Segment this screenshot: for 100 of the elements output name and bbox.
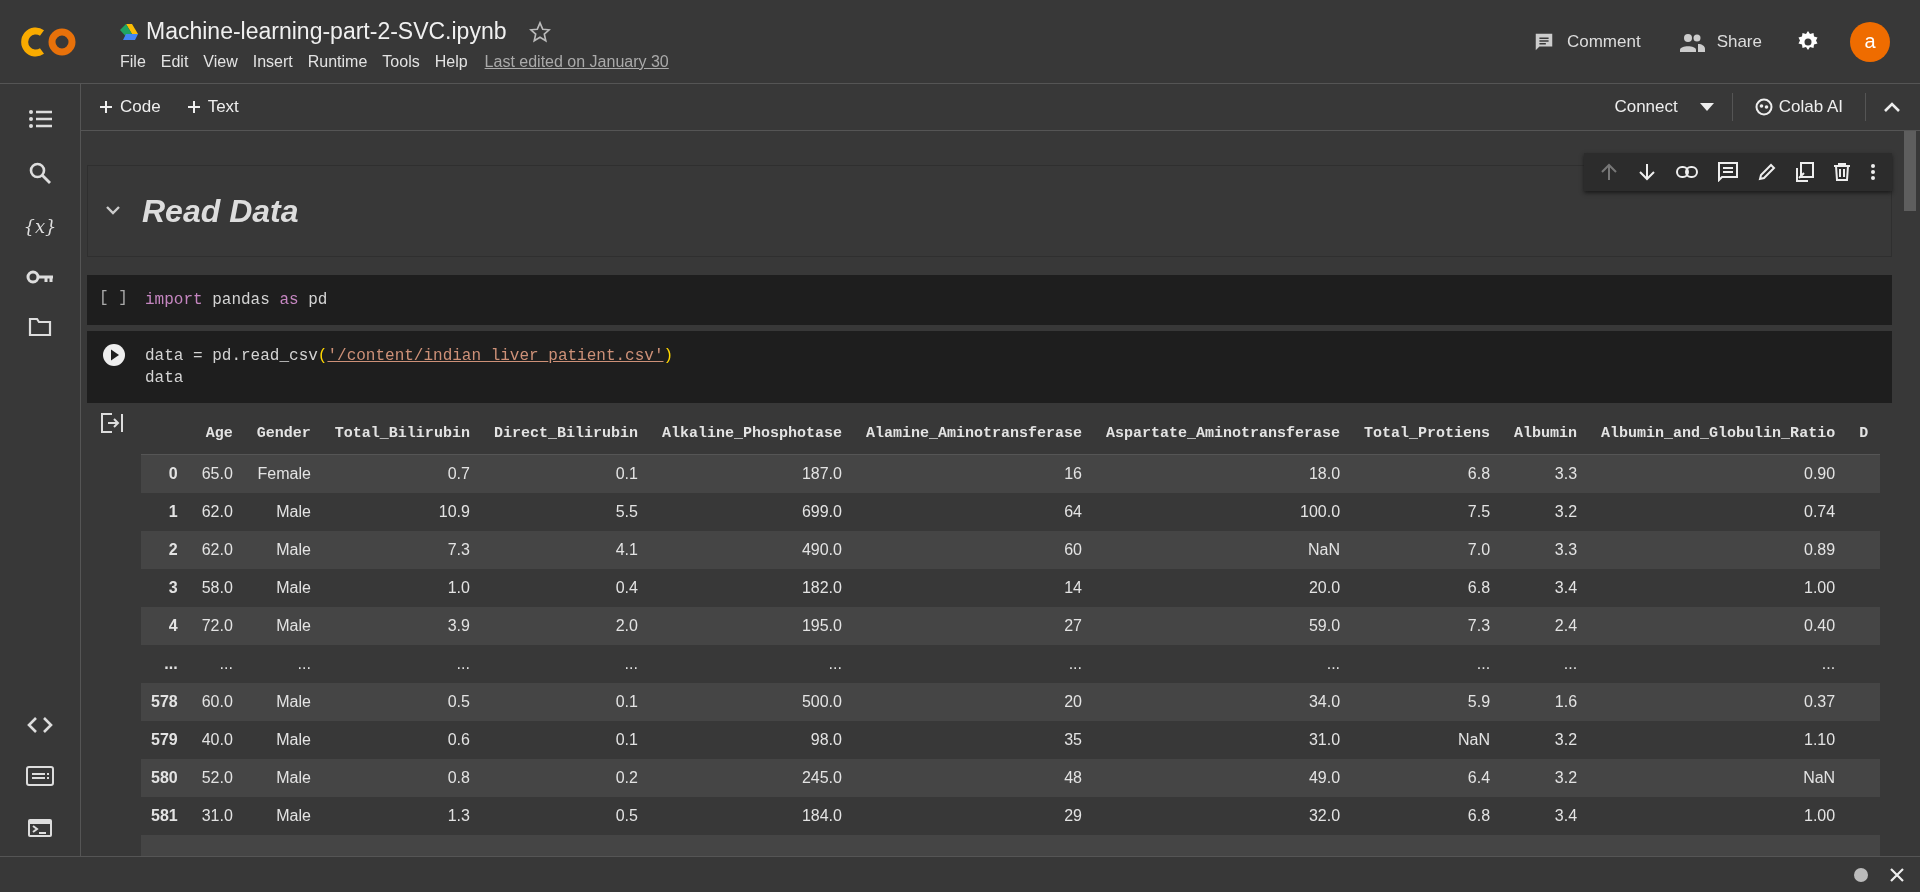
folder-icon[interactable] bbox=[28, 317, 52, 337]
link-icon[interactable] bbox=[1676, 166, 1698, 178]
menu-item[interactable]: Edit bbox=[160, 53, 189, 71]
menu-item[interactable]: Runtime bbox=[307, 53, 368, 71]
column-header: Total_Bilirubin bbox=[322, 419, 482, 455]
code-line: import pandas as pd bbox=[145, 290, 328, 311]
menu-item[interactable]: View bbox=[203, 53, 238, 71]
table-cell: 4.1 bbox=[481, 531, 650, 569]
table-cell: NaN bbox=[1352, 721, 1503, 759]
table-cell: 48 bbox=[853, 759, 1094, 797]
notebook-title[interactable]: Machine-learning-part-2-SVC.ipynb bbox=[146, 18, 507, 45]
table-cell: 6.4 bbox=[1352, 759, 1503, 797]
table-cell: 35 bbox=[853, 721, 1094, 759]
table-cell: 1.00 bbox=[1589, 797, 1848, 835]
column-header: D bbox=[1847, 419, 1881, 455]
table-of-contents-icon[interactable] bbox=[28, 108, 52, 130]
table-cell: 1.00 bbox=[1589, 569, 1848, 607]
table-cell: 490.0 bbox=[649, 531, 854, 569]
output-icon[interactable] bbox=[101, 413, 123, 433]
column-header: Gender bbox=[244, 419, 323, 455]
table-cell: 2.0 bbox=[481, 607, 650, 645]
code-icon[interactable] bbox=[27, 716, 53, 734]
table-cell: 40.0 bbox=[189, 721, 245, 759]
table-cell: Male bbox=[244, 531, 323, 569]
table-cell: 14 bbox=[853, 569, 1094, 607]
table-cell: ... bbox=[853, 645, 1094, 683]
table-cell: 62.0 bbox=[189, 493, 245, 531]
table-cell: 3.9 bbox=[322, 607, 482, 645]
table-cell: 20 bbox=[853, 683, 1094, 721]
table-cell: 6.8 bbox=[1352, 454, 1503, 493]
add-cell-button[interactable]: Code bbox=[95, 93, 165, 121]
table-cell: 0.5 bbox=[322, 683, 482, 721]
column-header: Albumin_and_Globulin_Ratio bbox=[1589, 419, 1848, 455]
menu-item[interactable]: Help bbox=[434, 53, 468, 71]
table-cell: 699.0 bbox=[649, 493, 854, 531]
menu-item[interactable]: Tools bbox=[382, 53, 420, 71]
code-cell[interactable]: data = pd.read_csv('/content/indian_liver_patient.csv') data bbox=[87, 331, 1892, 403]
share-button[interactable]: Share bbox=[1674, 24, 1766, 59]
table-cell: 0.90 bbox=[1589, 454, 1848, 493]
table-cell: 7.5 bbox=[1352, 493, 1503, 531]
colab-ai-button[interactable]: Colab AI bbox=[1750, 93, 1847, 121]
code-cell[interactable]: [ ] import pandas as pd bbox=[87, 275, 1892, 325]
plus-icon bbox=[186, 100, 201, 114]
variables-icon[interactable]: {x} bbox=[23, 216, 57, 237]
terminal-icon[interactable] bbox=[27, 818, 53, 838]
command-palette-icon[interactable] bbox=[26, 766, 54, 786]
table-cell: 0.89 bbox=[1589, 531, 1848, 569]
dropdown-caret-icon[interactable] bbox=[1699, 103, 1714, 111]
table-cell: 52.0 bbox=[189, 759, 245, 797]
add-cell-button[interactable]: Text bbox=[182, 93, 243, 121]
run-cell-icon[interactable] bbox=[102, 343, 126, 367]
section-heading: Read Data bbox=[142, 192, 299, 230]
comment-icon[interactable] bbox=[1718, 162, 1738, 182]
row-index: 581 bbox=[141, 797, 190, 835]
table-cell: 98.0 bbox=[649, 721, 854, 759]
text-cell[interactable]: Read Data bbox=[87, 165, 1892, 257]
last-edited-link[interactable]: Last edited on January 30 bbox=[484, 53, 669, 71]
table-cell: 58.0 bbox=[189, 569, 245, 607]
connect-button[interactable]: Connect bbox=[1610, 93, 1682, 121]
copy-cell-icon[interactable] bbox=[1796, 162, 1814, 182]
table-cell: 0.5 bbox=[481, 797, 650, 835]
close-icon[interactable] bbox=[1890, 867, 1904, 882]
table-cell: 3.2 bbox=[1502, 759, 1590, 797]
table-cell: 6.8 bbox=[1352, 797, 1503, 835]
column-header: Alkaline_Phosphotase bbox=[649, 419, 854, 455]
table-cell: 16 bbox=[853, 454, 1094, 493]
scrollbar[interactable] bbox=[1904, 131, 1916, 211]
trash-icon[interactable] bbox=[1834, 163, 1850, 181]
collapse-caret-icon[interactable] bbox=[1884, 102, 1900, 112]
table-cell: ... bbox=[244, 645, 323, 683]
table-cell: 65.0 bbox=[189, 454, 245, 493]
table-cell: Male bbox=[244, 493, 323, 531]
row-index: 2 bbox=[141, 531, 190, 569]
table-cell: 0.2 bbox=[481, 759, 650, 797]
chevron-icon[interactable] bbox=[106, 206, 120, 216]
face-icon bbox=[1754, 98, 1773, 116]
menu-item[interactable]: Insert bbox=[252, 53, 293, 71]
table-cell: 7.3 bbox=[322, 531, 482, 569]
table-cell: 500.0 bbox=[649, 683, 854, 721]
key-icon[interactable] bbox=[26, 269, 54, 285]
table-cell: 31.0 bbox=[1094, 721, 1353, 759]
arrow-down-icon[interactable] bbox=[1638, 163, 1656, 181]
search-icon[interactable] bbox=[29, 162, 51, 184]
table-cell: 0.7 bbox=[322, 454, 482, 493]
more-options-icon[interactable] bbox=[1870, 163, 1876, 181]
status-dot bbox=[1854, 867, 1868, 882]
row-index: 4 bbox=[141, 607, 190, 645]
table-cell: ... bbox=[189, 645, 245, 683]
comment-button[interactable]: Comment bbox=[1528, 24, 1645, 59]
table-cell: 0.8 bbox=[322, 759, 482, 797]
table-cell: 184.0 bbox=[649, 797, 854, 835]
table-cell: 0.1 bbox=[481, 454, 650, 493]
pencil-icon[interactable] bbox=[1758, 163, 1776, 181]
menu-item[interactable]: File bbox=[120, 53, 146, 71]
code-line: data bbox=[145, 368, 185, 389]
star-icon[interactable] bbox=[528, 20, 551, 43]
table-cell: 3.3 bbox=[1502, 454, 1590, 493]
table-cell: 60 bbox=[853, 531, 1094, 569]
table-cell: 100.0 bbox=[1094, 493, 1353, 531]
table-cell: 7.0 bbox=[1352, 531, 1503, 569]
